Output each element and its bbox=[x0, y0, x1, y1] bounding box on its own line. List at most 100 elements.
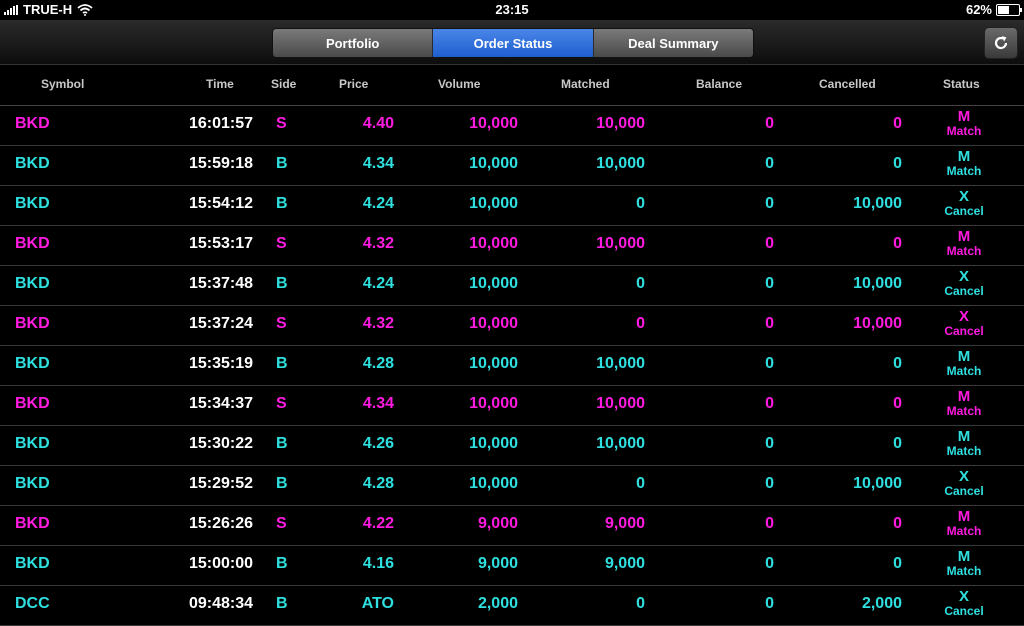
time-cell: 15:34:37 bbox=[188, 395, 253, 412]
volume-cell: 10,000 bbox=[469, 275, 518, 292]
volume-cell: 9,000 bbox=[477, 515, 518, 532]
volume-cell: 10,000 bbox=[469, 475, 518, 492]
balance-cell: 0 bbox=[765, 155, 774, 172]
status-code: X bbox=[958, 468, 969, 485]
table-row[interactable]: BKD 15:29:52 B 4.28 10,000 0 0 10,000 X Cancel bbox=[0, 466, 1024, 506]
status-code: X bbox=[958, 588, 969, 605]
matched-cell: 10,000 bbox=[596, 355, 645, 372]
table-row[interactable]: BKD 15:30:22 B 4.26 10,000 10,000 0 0 M Match bbox=[0, 426, 1024, 466]
balance-cell: 0 bbox=[765, 235, 774, 252]
status-cell: X Cancel bbox=[934, 269, 994, 299]
cancelled-cell: 0 bbox=[893, 155, 902, 172]
order-list: BKD 16:01:57 S 4.40 10,000 10,000 0 0 M Match BKD 1… bbox=[0, 106, 1024, 626]
symbol-cell: BKD bbox=[15, 195, 50, 212]
side-cell: S bbox=[276, 235, 287, 252]
time-cell: 15:30:22 bbox=[188, 435, 253, 452]
status-code: M bbox=[957, 228, 971, 245]
table-row[interactable]: BKD 15:35:19 B 4.28 10,000 10,000 0 0 M Match bbox=[0, 346, 1024, 386]
cancelled-cell: 0 bbox=[893, 235, 902, 252]
side-cell: S bbox=[276, 315, 287, 332]
matched-cell: 10,000 bbox=[596, 435, 645, 452]
side-cell: B bbox=[276, 435, 288, 452]
header-status: Status bbox=[943, 77, 980, 91]
table-row[interactable]: BKD 15:37:48 B 4.24 10,000 0 0 10,000 X Cancel bbox=[0, 266, 1024, 306]
battery-icon bbox=[996, 3, 1022, 16]
time-cell: 15:37:24 bbox=[188, 315, 253, 332]
time-cell: 15:35:19 bbox=[188, 355, 253, 372]
status-code: X bbox=[958, 308, 969, 325]
header-cancelled: Cancelled bbox=[819, 77, 876, 91]
status-bar: TRUE-H 23:15 62% bbox=[0, 0, 1024, 20]
refresh-button[interactable] bbox=[984, 27, 1018, 59]
header-symbol: Symbol bbox=[41, 77, 85, 91]
time-cell: 15:26:26 bbox=[188, 515, 253, 532]
header-side: Side bbox=[271, 77, 297, 91]
status-text: Cancel bbox=[944, 204, 984, 218]
status-code: X bbox=[958, 188, 969, 205]
balance-cell: 0 bbox=[765, 195, 774, 212]
matched-cell: 0 bbox=[636, 195, 645, 212]
price-cell: 4.34 bbox=[362, 155, 394, 172]
symbol-cell: BKD bbox=[15, 435, 50, 452]
balance-cell: 0 bbox=[765, 315, 774, 332]
time-cell: 15:54:12 bbox=[188, 195, 253, 212]
balance-cell: 0 bbox=[765, 275, 774, 292]
side-cell: B bbox=[276, 475, 288, 492]
cancelled-cell: 0 bbox=[893, 115, 902, 132]
status-code: M bbox=[957, 108, 971, 125]
status-cell: X Cancel bbox=[934, 189, 994, 219]
table-row[interactable]: BKD 15:54:12 B 4.24 10,000 0 0 10,000 X Cancel bbox=[0, 186, 1024, 226]
status-text: Match bbox=[946, 564, 982, 578]
price-cell: 4.40 bbox=[362, 115, 394, 132]
status-cell: M Match bbox=[934, 389, 994, 419]
status-text: Match bbox=[946, 444, 982, 458]
table-row[interactable]: BKD 15:59:18 B 4.34 10,000 10,000 0 0 M Match bbox=[0, 146, 1024, 186]
status-text: Match bbox=[946, 404, 982, 418]
symbol-cell: BKD bbox=[15, 355, 50, 372]
header-volume: Volume bbox=[438, 77, 481, 91]
table-row[interactable]: BKD 15:37:24 S 4.32 10,000 0 0 10,000 X Cancel bbox=[0, 306, 1024, 346]
time-cell: 09:48:34 bbox=[188, 595, 253, 612]
table-header: Symbol Time Side Price Volume Matched Ba… bbox=[0, 65, 1024, 106]
price-cell: 4.32 bbox=[362, 315, 394, 332]
status-text: Match bbox=[946, 164, 982, 178]
symbol-cell: BKD bbox=[15, 515, 50, 532]
status-text: Cancel bbox=[944, 484, 984, 498]
cancelled-cell: 0 bbox=[893, 355, 902, 372]
tab-deal-summary[interactable]: Deal Summary bbox=[593, 29, 753, 57]
price-cell: 4.28 bbox=[362, 475, 394, 492]
side-cell: B bbox=[276, 555, 288, 572]
price-cell: 4.24 bbox=[362, 195, 394, 212]
table-row[interactable]: BKD 16:01:57 S 4.40 10,000 10,000 0 0 M Match bbox=[0, 106, 1024, 146]
clock: 23:15 bbox=[495, 2, 529, 17]
cancelled-cell: 0 bbox=[893, 435, 902, 452]
table-row[interactable]: BKD 15:53:17 S 4.32 10,000 10,000 0 0 M Match bbox=[0, 226, 1024, 266]
matched-cell: 10,000 bbox=[596, 155, 645, 172]
volume-cell: 10,000 bbox=[469, 315, 518, 332]
status-cell: M Match bbox=[934, 549, 994, 579]
table-row[interactable]: BKD 15:00:00 B 4.16 9,000 9,000 0 0 M Match bbox=[0, 546, 1024, 586]
tab-order-status[interactable]: Order Status bbox=[433, 29, 594, 57]
tab-portfolio[interactable]: Portfolio bbox=[273, 29, 434, 57]
status-code: M bbox=[957, 148, 971, 165]
cancelled-cell: 2,000 bbox=[861, 595, 902, 612]
status-text: Cancel bbox=[944, 284, 984, 298]
symbol-cell: BKD bbox=[15, 315, 50, 332]
price-cell: 4.34 bbox=[362, 395, 394, 412]
table-row[interactable]: BKD 15:26:26 S 4.22 9,000 9,000 0 0 M Match bbox=[0, 506, 1024, 546]
cancelled-cell: 10,000 bbox=[853, 475, 902, 492]
symbol-cell: BKD bbox=[15, 155, 50, 172]
side-cell: S bbox=[276, 115, 287, 132]
header-time: Time bbox=[206, 77, 234, 91]
status-cell: M Match bbox=[934, 349, 994, 379]
balance-cell: 0 bbox=[765, 595, 774, 612]
table-row[interactable]: DCC 09:48:34 B ATO 2,000 0 0 2,000 X Cancel bbox=[0, 586, 1024, 626]
price-cell: 4.16 bbox=[362, 555, 394, 572]
time-cell: 15:53:17 bbox=[188, 235, 253, 252]
cancelled-cell: 10,000 bbox=[853, 315, 902, 332]
view-segmented-control: Portfolio Order Status Deal Summary bbox=[272, 28, 754, 58]
table-row[interactable]: BKD 15:34:37 S 4.34 10,000 10,000 0 0 M Match bbox=[0, 386, 1024, 426]
balance-cell: 0 bbox=[765, 555, 774, 572]
side-cell: B bbox=[276, 275, 288, 292]
volume-cell: 10,000 bbox=[469, 395, 518, 412]
